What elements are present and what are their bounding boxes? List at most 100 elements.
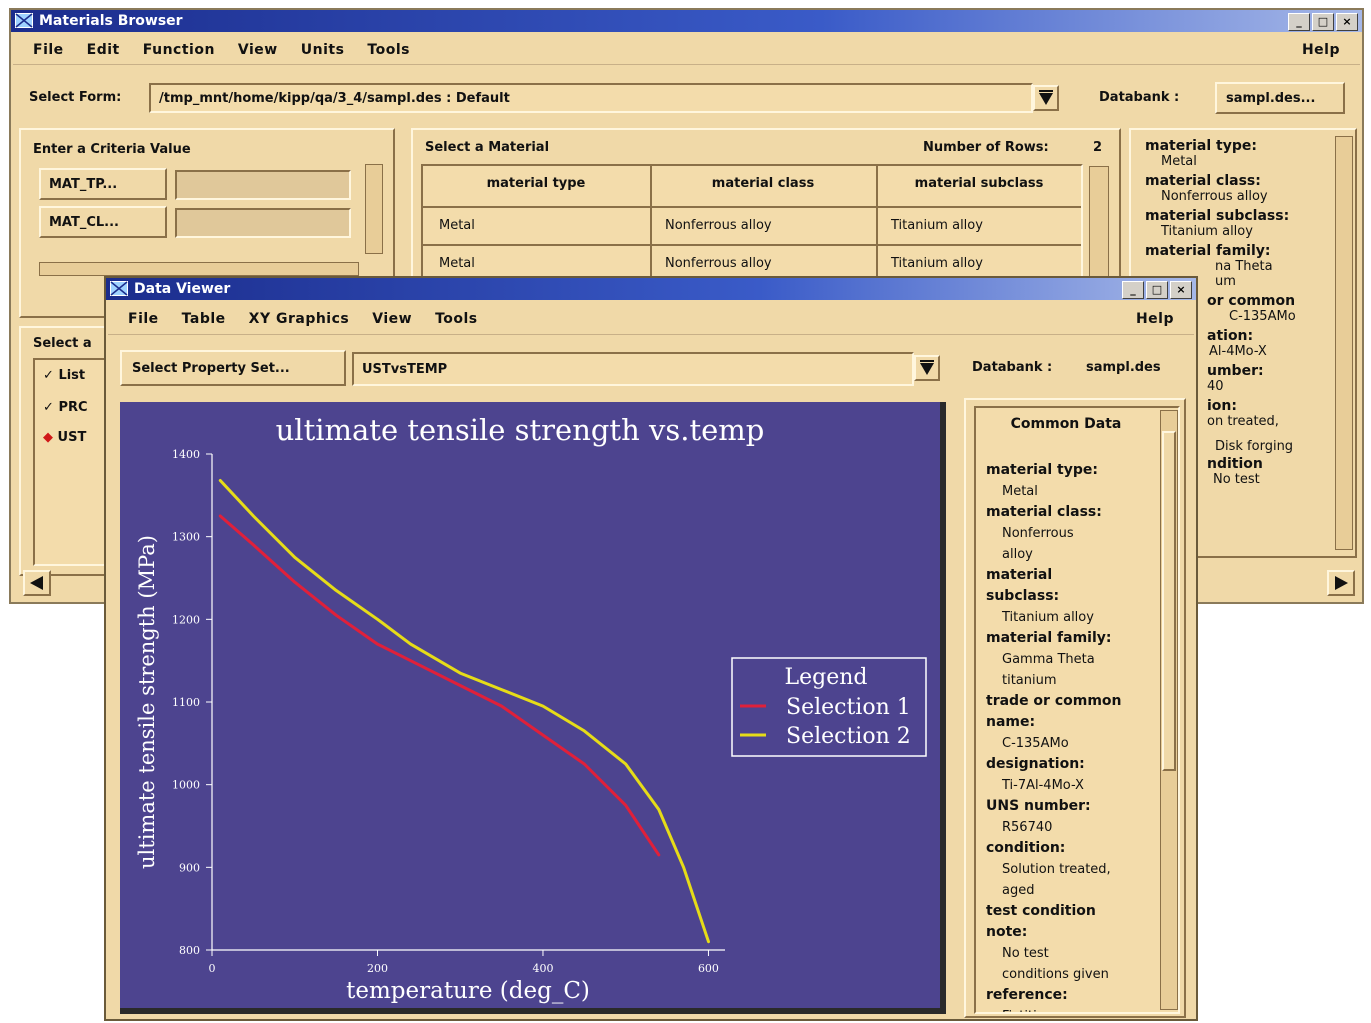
check-icon: ✓ bbox=[43, 400, 54, 415]
list-item-prc[interactable]: ✓ PRC bbox=[43, 400, 88, 415]
maximize-button[interactable]: □ bbox=[1146, 281, 1168, 299]
window-controls: _ □ × bbox=[1122, 281, 1192, 299]
table-cell: Nonferrous alloy bbox=[665, 256, 772, 271]
minimize-button[interactable]: _ bbox=[1122, 281, 1144, 299]
criteria-button-mat-tp[interactable]: MAT_TP... bbox=[39, 168, 167, 200]
detail-value: na Theta bbox=[1215, 259, 1273, 274]
select-property-set-label: Select Property Set... bbox=[132, 361, 290, 376]
menu-tools[interactable]: Tools bbox=[367, 42, 410, 58]
chevron-down-icon bbox=[1039, 90, 1053, 105]
close-button[interactable]: × bbox=[1336, 13, 1358, 31]
databank-label: Databank : bbox=[972, 360, 1053, 375]
scrollbar-thumb[interactable] bbox=[1162, 431, 1176, 771]
y-tick-label: 1000 bbox=[172, 779, 200, 792]
criteria-button-label: MAT_CL... bbox=[49, 215, 119, 230]
common-data-value: Metal bbox=[1002, 484, 1038, 499]
criteria-button-mat-cl[interactable]: MAT_CL... bbox=[39, 206, 167, 238]
common-data-list: material type: Metal material class: Non… bbox=[986, 460, 1162, 1012]
menu-help[interactable]: Help bbox=[1136, 311, 1174, 327]
material-table-title: Select a Material bbox=[425, 140, 550, 155]
materials-browser-titlebar[interactable]: Materials Browser _ □ × bbox=[11, 10, 1362, 32]
y-tick-label: 1100 bbox=[172, 696, 200, 709]
select-form-label: Select Form: bbox=[29, 90, 122, 105]
plot-area[interactable]: ultimate tensile strength vs.temp temper… bbox=[120, 402, 946, 1014]
menu-file[interactable]: File bbox=[33, 42, 64, 58]
common-data-value: Ti-7Al-4Mo-X bbox=[1002, 778, 1084, 793]
rows-count-value: 2 bbox=[1093, 140, 1103, 155]
data-viewer-window: Data Viewer _ □ × File Table XY Graphics… bbox=[104, 276, 1198, 1021]
x-tick-label: 400 bbox=[532, 962, 553, 975]
data-viewer-titlebar[interactable]: Data Viewer _ □ × bbox=[106, 278, 1196, 300]
tensile-strength-chart: ultimate tensile strength vs.temp temper… bbox=[120, 402, 940, 1008]
maximize-button[interactable]: □ bbox=[1312, 13, 1334, 31]
detail-label: material family: bbox=[1145, 243, 1271, 259]
databank-value: sampl.des bbox=[1086, 360, 1161, 375]
databank-button[interactable]: sampl.des... bbox=[1215, 82, 1345, 114]
table-header-row: material type material class material su… bbox=[423, 166, 1081, 208]
scroll-right-button[interactable] bbox=[1327, 570, 1355, 596]
y-tick-label: 1400 bbox=[172, 448, 200, 461]
property-set-dropdown-button[interactable] bbox=[914, 355, 940, 381]
detail-scrollbar[interactable] bbox=[1335, 136, 1353, 550]
menu-help[interactable]: Help bbox=[1302, 42, 1340, 58]
menu-table[interactable]: Table bbox=[182, 311, 226, 327]
common-data-label: material subclass: bbox=[986, 567, 1060, 604]
legend-label-selection-2: Selection 2 bbox=[786, 724, 911, 749]
common-data-panel: Common Data material type: Metal materia… bbox=[964, 398, 1186, 1018]
materials-menubar: File Edit Function View Units Tools Help bbox=[13, 36, 1360, 65]
menu-view[interactable]: View bbox=[372, 311, 412, 327]
list-item-label: List bbox=[58, 368, 86, 383]
column-header[interactable]: material type bbox=[423, 176, 649, 191]
common-data-label: material type: bbox=[986, 462, 1098, 478]
common-data-label: material class: bbox=[986, 504, 1102, 520]
menu-units[interactable]: Units bbox=[301, 42, 345, 58]
menu-view[interactable]: View bbox=[238, 42, 278, 58]
minimize-button[interactable]: _ bbox=[1288, 13, 1310, 31]
material-table-scrollbar[interactable] bbox=[1089, 166, 1109, 284]
table-cell: Titanium alloy bbox=[891, 218, 983, 233]
column-header[interactable]: material class bbox=[651, 176, 875, 191]
x-tick-label: 600 bbox=[698, 962, 719, 975]
criteria-title: Enter a Criteria Value bbox=[33, 142, 191, 157]
criteria-scrollbar[interactable] bbox=[365, 164, 383, 254]
criteria-value-field[interactable] bbox=[175, 208, 351, 238]
select-form-dropdown-button[interactable] bbox=[1033, 85, 1059, 111]
criteria-button-label: MAT_TP... bbox=[49, 177, 118, 192]
common-data-label: trade or common name: bbox=[986, 693, 1122, 730]
menu-tools[interactable]: Tools bbox=[435, 311, 478, 327]
databank-button-label: sampl.des... bbox=[1226, 91, 1316, 106]
y-axis-label: ultimate tensile strength (MPa) bbox=[135, 535, 159, 869]
table-cell: Metal bbox=[439, 256, 475, 271]
criteria-hscrollbar[interactable] bbox=[39, 262, 359, 276]
common-data-value: Titanium alloy bbox=[1002, 610, 1094, 625]
select-property-set-button[interactable]: Select Property Set... bbox=[120, 350, 346, 386]
list-item-label: PRC bbox=[58, 400, 88, 415]
window-controls: _ □ × bbox=[1288, 13, 1358, 31]
menu-edit[interactable]: Edit bbox=[87, 42, 120, 58]
common-data-label: material family: bbox=[986, 630, 1112, 646]
rows-count-label: Number of Rows: bbox=[923, 140, 1049, 155]
common-data-value: Solution treated, aged bbox=[1002, 862, 1111, 898]
y-tick-label: 1200 bbox=[172, 613, 200, 626]
menu-file[interactable]: File bbox=[128, 311, 159, 327]
common-data-value: Gamma Theta titanium bbox=[1002, 652, 1095, 688]
detail-value: Nonferrous alloy bbox=[1161, 189, 1268, 204]
column-header[interactable]: material subclass bbox=[877, 176, 1081, 191]
material-table: material type material class material su… bbox=[421, 164, 1083, 284]
data-viewer-menubar: File Table XY Graphics View Tools Help bbox=[108, 304, 1194, 335]
table-row[interactable]: Metal Nonferrous alloy Titanium alloy bbox=[423, 208, 1081, 246]
list-item-list[interactable]: ✓ List bbox=[43, 368, 85, 383]
menu-function[interactable]: Function bbox=[143, 42, 215, 58]
common-data-scrollbar[interactable] bbox=[1160, 410, 1178, 1010]
app-icon bbox=[15, 13, 33, 28]
select-form-field[interactable]: /tmp_mnt/home/kipp/qa/3_4/sampl.des : De… bbox=[149, 83, 1033, 113]
window-title: Materials Browser bbox=[39, 13, 183, 29]
property-set-field[interactable]: USTvsTEMP bbox=[352, 352, 914, 386]
menu-xy-graphics[interactable]: XY Graphics bbox=[249, 311, 350, 327]
legend-label-selection-1: Selection 1 bbox=[786, 695, 911, 720]
scroll-left-button[interactable] bbox=[23, 570, 51, 596]
close-button[interactable]: × bbox=[1170, 281, 1192, 299]
criteria-value-field[interactable] bbox=[175, 170, 351, 200]
select-list-title: Select a bbox=[33, 336, 92, 351]
list-item-ust[interactable]: ◆ UST bbox=[43, 430, 86, 445]
